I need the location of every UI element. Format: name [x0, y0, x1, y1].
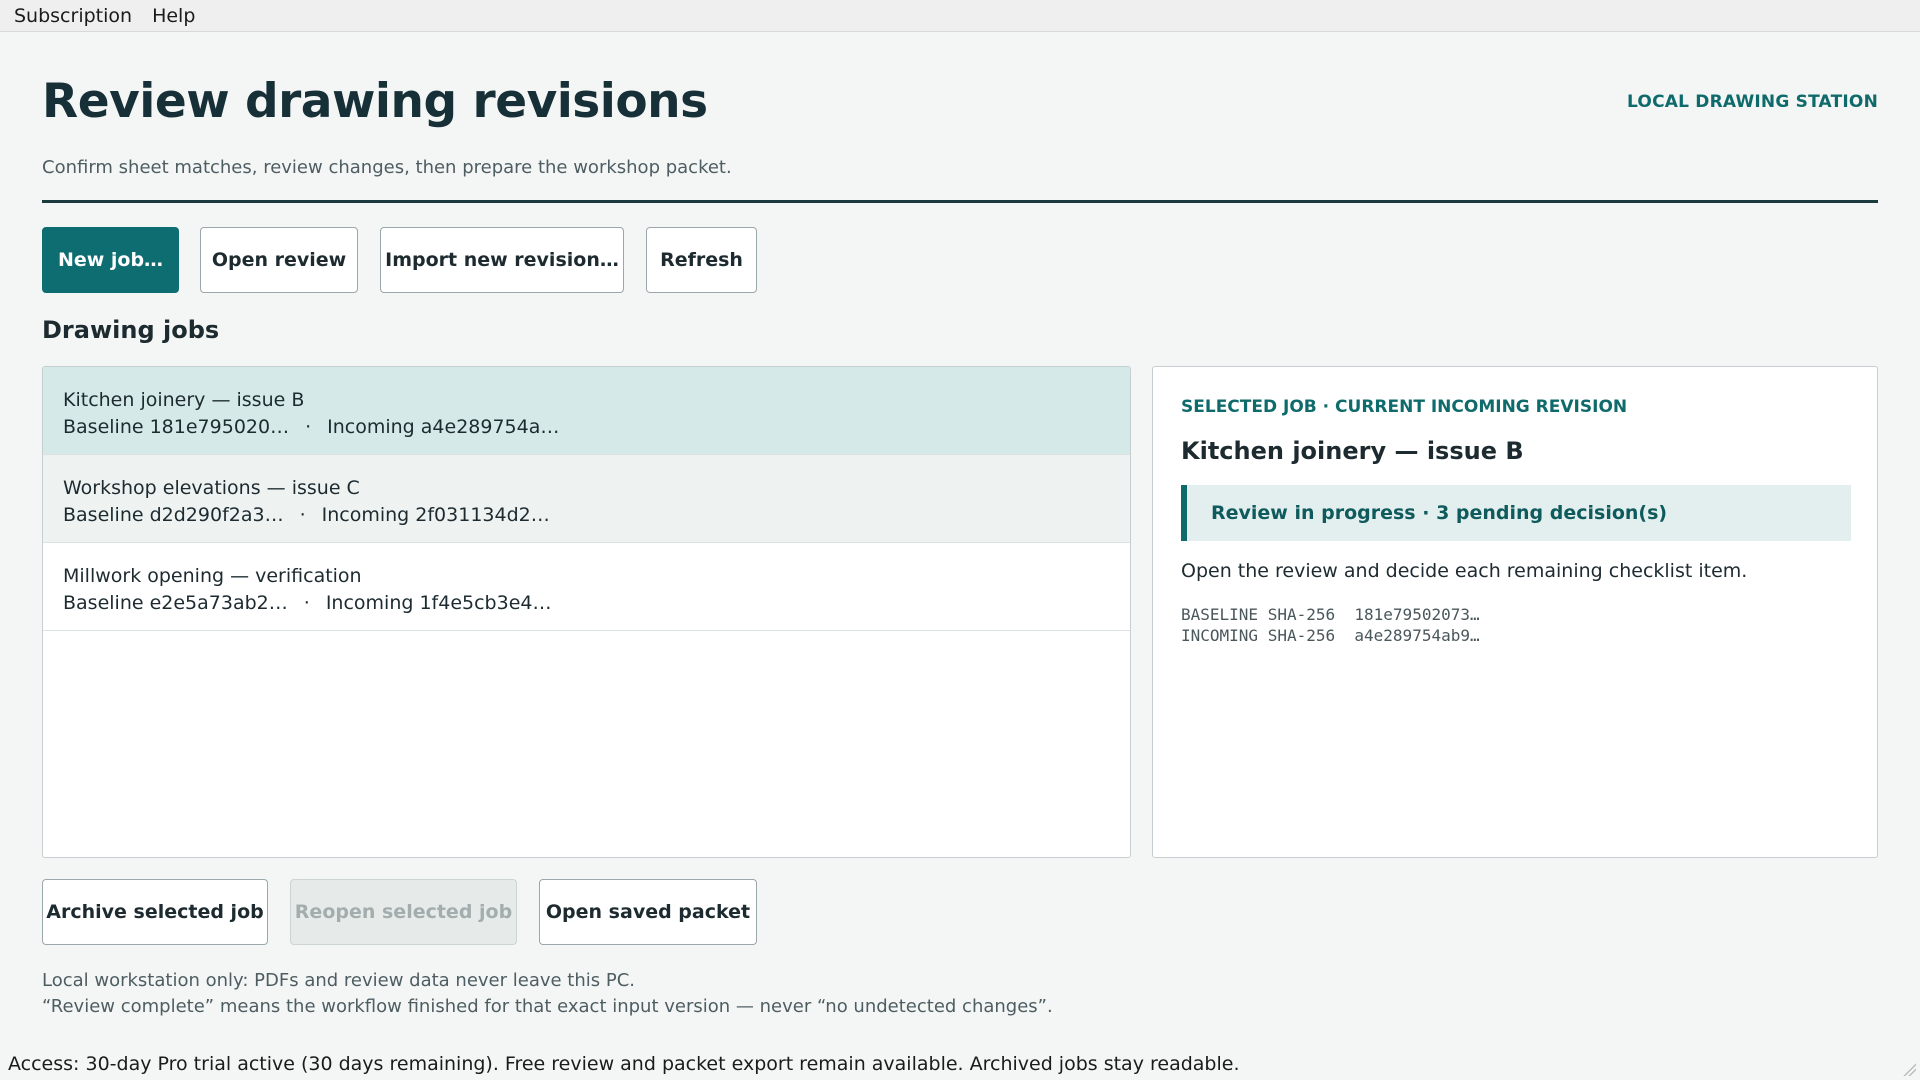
menu-bar: Subscription Help	[0, 0, 1920, 32]
job-baseline: Baseline e2e5a73ab2…	[63, 592, 288, 614]
status-text: Review in progress · 3 pending decision(…	[1211, 502, 1668, 524]
detail-instructions: Open the review and decide each remainin…	[1181, 560, 1748, 582]
job-incoming: Incoming 2f031134d2…	[321, 504, 550, 526]
job-baseline: Baseline d2d290f2a3…	[63, 504, 284, 526]
job-row[interactable]: Workshop elevations — issue C Baseline d…	[43, 455, 1130, 543]
privacy-note: Local workstation only: PDFs and review …	[42, 970, 636, 991]
job-hashes: Baseline d2d290f2a3… · Incoming 2f031134d2…	[63, 504, 1130, 526]
detail-kicker: SELECTED JOB · CURRENT INCOMING REVISION	[1181, 397, 1628, 417]
menu-help[interactable]: Help	[152, 5, 195, 27]
job-name: Millwork opening — verification	[63, 565, 362, 587]
job-name: Kitchen joinery — issue B	[63, 389, 305, 411]
job-name: Workshop elevations — issue C	[63, 477, 360, 499]
job-baseline: Baseline 181e795020…	[63, 416, 290, 438]
baseline-hash: BASELINE SHA-256 181e79502073…	[1181, 605, 1480, 624]
import-revision-button[interactable]: Import new revision…	[380, 227, 624, 293]
job-separator: ·	[305, 416, 312, 438]
station-label: LOCAL DRAWING STATION	[1627, 92, 1878, 112]
menu-subscription[interactable]: Subscription	[14, 5, 132, 27]
access-status: Access: 30-day Pro trial active (30 days…	[8, 1053, 1240, 1075]
job-incoming: Incoming 1f4e5cb3e4…	[325, 592, 552, 614]
incoming-hash: INCOMING SHA-256 a4e289754ab9…	[1181, 626, 1480, 645]
page-subtitle: Confirm sheet matches, review changes, t…	[42, 157, 732, 178]
job-incoming: Incoming a4e289754a…	[327, 416, 560, 438]
job-hashes: Baseline e2e5a73ab2… · Incoming 1f4e5cb3e4…	[63, 592, 1130, 614]
job-separator: ·	[303, 592, 310, 614]
hash-block: BASELINE SHA-256 181e79502073… INCOMING …	[1181, 604, 1480, 646]
refresh-button[interactable]: Refresh	[646, 227, 757, 293]
job-row[interactable]: Millwork opening — verification Baseline…	[43, 543, 1130, 631]
archive-job-button[interactable]: Archive selected job	[42, 879, 268, 945]
new-job-button[interactable]: New job…	[42, 227, 179, 293]
detail-title: Kitchen joinery — issue B	[1181, 437, 1524, 465]
review-complete-note: “Review complete” means the workflow fin…	[42, 996, 1053, 1017]
job-hashes: Baseline 181e795020… · Incoming a4e289754a…	[63, 416, 1130, 438]
page-title: Review drawing revisions	[42, 74, 708, 129]
header-divider	[42, 200, 1878, 203]
footnotes: Local workstation only: PDFs and review …	[42, 968, 1053, 1020]
open-packet-button[interactable]: Open saved packet	[539, 879, 757, 945]
job-separator: ·	[299, 504, 306, 526]
jobs-list[interactable]: Kitchen joinery — issue B Baseline 181e7…	[42, 366, 1131, 858]
drawing-jobs-heading: Drawing jobs	[42, 316, 220, 344]
status-banner: Review in progress · 3 pending decision(…	[1181, 485, 1851, 541]
selected-job-panel: SELECTED JOB · CURRENT INCOMING REVISION…	[1152, 366, 1878, 858]
reopen-job-button: Reopen selected job	[290, 879, 517, 945]
open-review-button[interactable]: Open review	[200, 227, 358, 293]
job-row[interactable]: Kitchen joinery — issue B Baseline 181e7…	[43, 367, 1130, 455]
resize-grip-icon[interactable]	[1902, 1062, 1916, 1076]
